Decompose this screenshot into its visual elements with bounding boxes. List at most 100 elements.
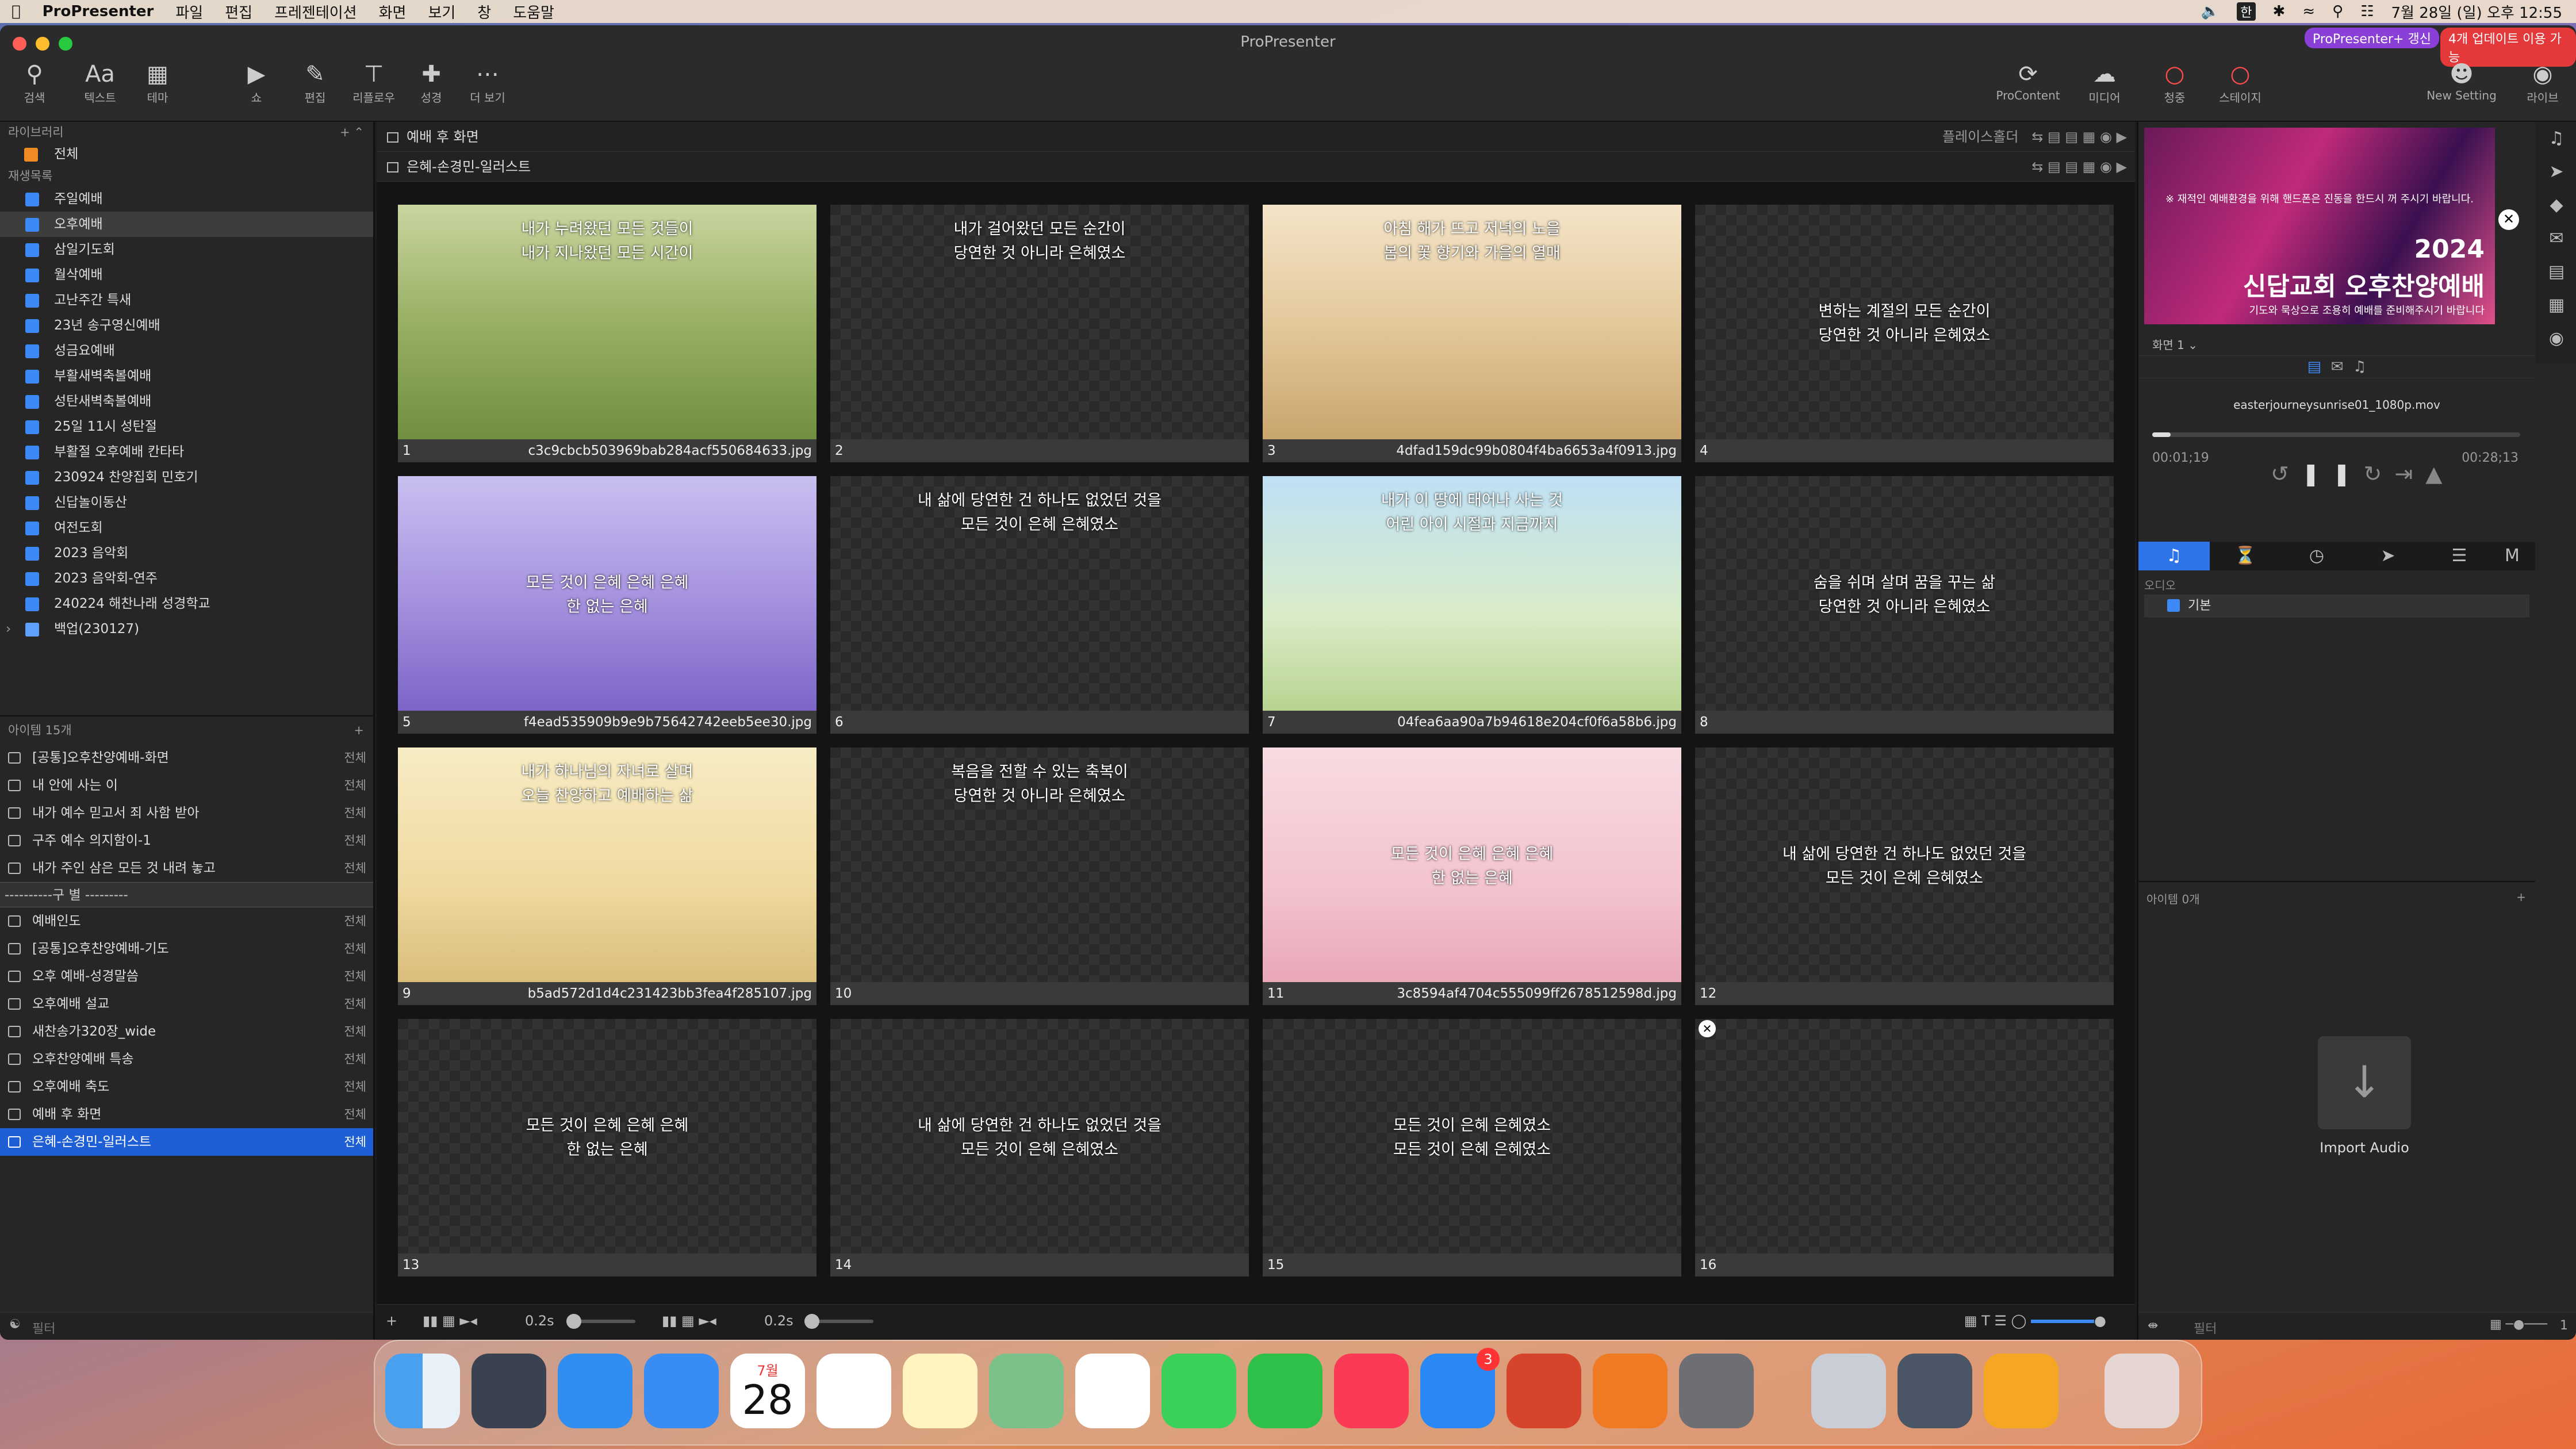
playlist-item[interactable]: 240224 해찬나래 성경학교 <box>0 591 373 616</box>
playlist-item[interactable]: 고난주간 특새 <box>0 288 373 313</box>
output-preview[interactable]: ※ 재적인 예배환경을 위해 핸드폰은 진동을 한드시 꺼 주시기 바랍니다. … <box>2144 128 2495 324</box>
slide-thumbnail[interactable]: 모든 것이 은혜 은혜 은혜 한 없는 은혜 11 3c8594af4704c555… <box>1263 747 1681 1006</box>
slide-preview[interactable]: 모든 것이 은혜 은혜 은혜 한 없는 은혜 <box>1263 747 1681 982</box>
system-settings-icon[interactable] <box>1679 1354 1754 1428</box>
more-button[interactable]: ⋯ 더 보기 <box>459 60 516 105</box>
slide-thumbnail[interactable]: 내 삶에 당연한 건 하나도 없었던 것을 모든 것이 은혜 은혜였소 12 <box>1695 747 2114 1006</box>
preview-app-icon[interactable] <box>1811 1354 1886 1428</box>
media-progress-bar[interactable] <box>2152 432 2520 437</box>
slider-knob[interactable] <box>566 1314 581 1329</box>
reflow-button[interactable]: ⊤ 리플로우 <box>345 60 402 105</box>
photos-icon[interactable] <box>1075 1354 1150 1428</box>
playlist-item[interactable]: 성금요예배 <box>0 338 373 363</box>
slide-thumbnail[interactable]: 변하는 계절의 모든 순간이 당연한 것 아니라 은혜였소 4 <box>1695 205 2114 463</box>
playlist-item[interactable]: 성탄새벽축볼예배 <box>0 389 373 414</box>
list-item[interactable]: 예배 후 화면 전체 <box>0 1101 373 1128</box>
edit-button[interactable]: ✎ 편집 <box>286 60 344 105</box>
list-item[interactable]: 내 안에 사는 이 전체 <box>0 772 373 799</box>
add-library-icon[interactable]: + ⌃ <box>340 122 364 143</box>
calendar-icon[interactable]: 7월 28 <box>730 1354 805 1428</box>
audio-playlist-default[interactable]: 기본 <box>2144 595 2529 618</box>
playlist-item-selected[interactable]: 오후예배 <box>0 212 373 237</box>
stage-button[interactable]: ○ 스테이지 <box>2211 60 2269 105</box>
doc-header[interactable]: 은혜-손경민-일러스트 ⇆ ▤ ▤ ▦ ◉ ▶ <box>377 152 2135 182</box>
camera-icon[interactable]: ◉ <box>2535 322 2576 355</box>
slide-thumbnail[interactable]: 내가 걸어왔던 모든 순간이 당연한 것 아니라 은혜였소 2 <box>830 205 1249 463</box>
slide-preview[interactable]: 내가 이 땅에 태어나 사는 것 어린 아이 시절과 지금까지 <box>1263 476 1681 711</box>
list-item[interactable]: 새찬송가320장_wide 전체 <box>0 1018 373 1045</box>
list-item[interactable]: 내가 예수 믿고서 죄 사함 받아 전체 <box>0 799 373 827</box>
add-audio-icon[interactable]: + <box>2516 890 2526 904</box>
show-button[interactable]: ▶ 쇼 <box>228 60 285 105</box>
speed-slider-b[interactable] <box>804 1314 873 1329</box>
audio-tab-timer-icon[interactable]: ⏳ <box>2210 542 2281 570</box>
send-icon[interactable]: ➤ <box>2535 155 2576 189</box>
library-all[interactable]: 전체 <box>0 143 373 166</box>
list-item[interactable]: 구주 예수 의지함이-1 전체 <box>0 827 373 854</box>
list-item[interactable]: 오후 예배-성경말씀 전체 <box>0 963 373 990</box>
list-item[interactable]: [공통]오후찬양예배-기도 전체 <box>0 935 373 963</box>
slide-thumbnail[interactable]: 아침 해가 뜨고 저녁의 노을 봄의 꽃 향기와 가을의 열매 3 4dfad159… <box>1263 205 1681 463</box>
add-slide-icon[interactable]: + <box>386 1313 397 1329</box>
facetime-icon[interactable] <box>1248 1354 1322 1428</box>
list-item[interactable]: [공통]오후찬양예배-화면 전체 <box>0 744 373 772</box>
clock[interactable]: 7월 28일 (일) 오후 12:55 <box>2391 1 2563 22</box>
top-presentation-header[interactable]: 예배 후 화면 플레이스홀더 ⇆ ▤ ▤ ▦ ◉ ▶ <box>377 122 2135 152</box>
audio-tab-icon[interactable]: ♫ <box>2353 358 2366 375</box>
send-tab-icon[interactable]: ➤ <box>2352 542 2424 570</box>
playlist-item[interactable]: 부활절 오후예배 칸타타 <box>0 439 373 465</box>
menu-edit[interactable]: 편집 <box>225 1 252 22</box>
playlist-item[interactable]: 2023 음악회-연주 <box>0 566 373 591</box>
clear-all-icon[interactable]: ✕ <box>2498 209 2519 230</box>
transition-icon[interactable]: ▮▮ ▦ ►◂ <box>662 1313 716 1329</box>
list-item[interactable]: 오후예배 축도 전체 <box>0 1073 373 1101</box>
macro-icon[interactable]: M <box>2495 542 2529 570</box>
playlist-item[interactable]: 주일예배 <box>0 186 373 212</box>
playlist-item[interactable]: 230924 찬양집회 민호기 <box>0 465 373 490</box>
audio-filter-input[interactable]: 필터 <box>2194 1318 2217 1337</box>
slide-preview[interactable]: 아침 해가 뜨고 저녁의 노을 봄의 꽃 향기와 가을의 열매 <box>1263 205 1681 439</box>
search-button[interactable]: ⚲ 검색 <box>6 60 63 105</box>
speed-slider-a[interactable] <box>566 1314 635 1329</box>
menu-screens[interactable]: 화면 <box>379 1 407 22</box>
menu-presentation[interactable]: 프레젠테이션 <box>274 1 357 22</box>
audio-tab-music-icon[interactable]: ♫ <box>2138 542 2210 570</box>
playlist-item[interactable]: 23년 송구영신예배 <box>0 313 373 338</box>
slide-thumbnail[interactable]: ✕ 16 <box>1695 1019 2114 1278</box>
playlist-item[interactable]: 월삭예배 <box>0 262 373 288</box>
screen-selector[interactable]: 화면 1 ⌄ <box>2152 336 2198 352</box>
video-tab-icon[interactable]: ▤ <box>2307 358 2322 375</box>
shuffle-icon[interactable]: ⇼ <box>2148 1318 2158 1333</box>
theme-button[interactable]: ▦ 테마 <box>129 60 186 105</box>
section-divider[interactable]: ----------구 별 --------- <box>0 882 373 907</box>
rewind-icon[interactable]: ↺ <box>2271 461 2302 486</box>
loop-icon[interactable]: ▲ <box>2425 461 2455 486</box>
audio-size-slider[interactable]: ▦ ─●─── <box>2490 1317 2547 1332</box>
announce-tab-icon[interactable]: ✉ <box>2331 358 2344 375</box>
slide-preview[interactable]: ✕ <box>1695 1019 2114 1254</box>
text-button[interactable]: Aa 텍스트 <box>71 60 129 105</box>
playlist-item[interactable]: 부활새벽축볼예배 <box>0 363 373 389</box>
message-icon[interactable]: ✉ <box>2535 222 2576 255</box>
quicktime-icon[interactable] <box>1897 1354 1972 1428</box>
new-setting-button[interactable]: ☻ New Setting <box>2418 60 2505 102</box>
slide-preview[interactable]: 모든 것이 은혜 은혜였소 모든 것이 은혜 은혜였소 <box>1263 1019 1681 1254</box>
slide-preview[interactable]: 내가 하나님의 자녀로 살며 오늘 찬양하고 예배하는 삶 <box>398 747 816 982</box>
slide-thumbnail[interactable]: 내 삶에 당연한 건 하나도 없었던 것을 모든 것이 은혜 은혜였소 14 <box>830 1019 1249 1278</box>
reminders-icon[interactable] <box>816 1354 891 1428</box>
slide-thumbnail[interactable]: 모든 것이 은혜 은혜였소 모든 것이 은혜 은혜였소 15 <box>1263 1019 1681 1278</box>
slide-thumbnail[interactable]: 모든 것이 은혜 은혜 은혜 한 없는 은혜 13 <box>398 1019 816 1278</box>
slide-thumbnail[interactable]: 모든 것이 은혜 은혜 은혜 한 없는 은혜 5 f4ead535909b9e9b7… <box>398 476 816 735</box>
spotlight-icon[interactable]: ⚲ <box>2332 3 2343 20</box>
transition-icon[interactable]: ▮▮ ▦ ►◂ <box>423 1313 477 1329</box>
wifi-icon[interactable]: ≈ <box>2302 3 2315 20</box>
live-button[interactable]: ◉ 라이브 <box>2514 60 2571 105</box>
playlist-item[interactable]: 25일 11시 성탄절 <box>0 414 373 439</box>
doc-tools-icon[interactable]: ⇆ ▤ ▤ ▦ ◉ ▶ <box>2031 152 2127 182</box>
slide-thumbnail[interactable]: 숨을 쉬며 살며 꿈을 꾸는 삶 당연한 것 아니라 은혜였소 8 <box>1695 476 2114 735</box>
filter-input[interactable]: 필터 <box>32 1318 55 1337</box>
safari-icon[interactable] <box>558 1354 632 1428</box>
app-menu[interactable]: ProPresenter <box>43 3 154 20</box>
update-badge[interactable]: ProPresenter+ 갱신 <box>2305 28 2439 48</box>
slide-preview[interactable]: 모든 것이 은혜 은혜 은혜 한 없는 은혜 <box>398 1019 816 1254</box>
